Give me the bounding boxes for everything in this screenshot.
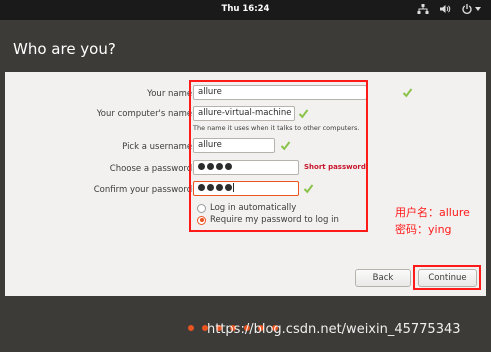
annotation-password: 密码：ying xyxy=(395,223,452,236)
network-icon xyxy=(417,4,429,14)
password-label: Choose a password: xyxy=(109,164,195,174)
top-bar: Thu 16:24 xyxy=(0,0,491,20)
chevron-down-icon xyxy=(475,7,481,11)
volume-menu[interactable] xyxy=(439,3,451,15)
computer-name-label: Your computer's name: xyxy=(96,109,195,119)
network-menu[interactable] xyxy=(417,3,429,15)
username-label: Pick a username: xyxy=(122,142,195,152)
watermark-url: https://blog.csdn.net/weixin_45775343 xyxy=(207,322,461,337)
check-icon xyxy=(402,88,413,98)
annotation-username: 用户名：allure xyxy=(395,206,470,219)
confirm-password-label: Confirm your password: xyxy=(93,185,195,195)
volume-icon xyxy=(440,5,451,13)
installer-header: Who are you? xyxy=(0,20,491,72)
page-title: Who are you? xyxy=(13,40,116,58)
annotation-box-continue xyxy=(413,265,481,290)
power-icon xyxy=(462,4,472,14)
power-menu[interactable] xyxy=(461,3,481,15)
annotation-box-fields xyxy=(189,80,368,232)
name-label: Your name: xyxy=(147,89,195,99)
progress-dot xyxy=(188,325,194,331)
user-form-panel: Your name: allure Your computer's name: … xyxy=(5,72,486,296)
back-button[interactable]: Back xyxy=(355,269,411,287)
system-tray[interactable] xyxy=(417,3,481,15)
